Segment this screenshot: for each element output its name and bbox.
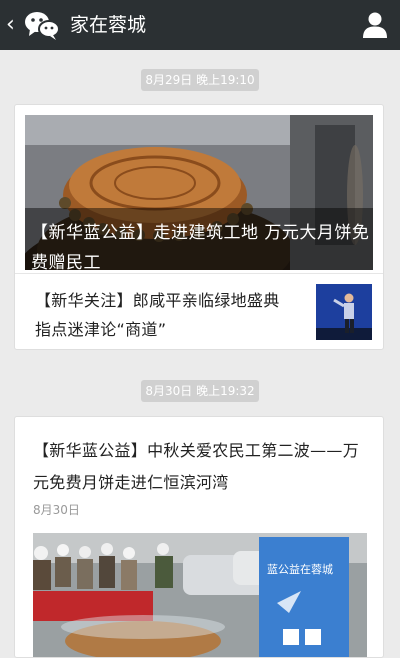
sub-article-item[interactable]: 【新华关注】郎咸平亲临绿地盛典 指点迷津论“商道”	[15, 273, 383, 349]
message-time: 8月29日 晚上19:10	[141, 69, 259, 91]
banner-text: 蓝公益在蓉城	[267, 562, 333, 576]
speaker-photo	[316, 284, 372, 340]
article-card[interactable]: 【新华蓝公益】走进建筑工地 万元大月饼免费赠民工 【新华关注】郎咸平亲临绿地盛典…	[14, 104, 384, 350]
cover-caption-overlay: 【新华蓝公益】走进建筑工地 万元大月饼免费赠民工	[25, 208, 373, 270]
article-cover-image[interactable]: 【新华蓝公益】走进建筑工地 万元大月饼免费赠民工	[25, 115, 373, 270]
article-card[interactable]: 【新华蓝公益】中秋关爱农民工第二波——万元免费月饼走进仁恒滨河湾 8月30日 蓝…	[14, 416, 384, 658]
top-bar: ‹ 家在蓉城	[0, 0, 400, 50]
back-icon[interactable]: ‹	[6, 12, 20, 38]
sub-article-title[interactable]: 【新华关注】郎咸平亲临绿地盛典 指点迷津论“商道”	[35, 286, 297, 344]
main-article-title[interactable]: 【新华蓝公益】走进建筑工地 万元大月饼免费赠民工	[31, 218, 371, 270]
article-title[interactable]: 【新华蓝公益】中秋关爱农民工第二波——万元免费月饼走进仁恒滨河湾	[33, 435, 363, 499]
wechat-logo-icon	[25, 12, 60, 40]
article-cover-image[interactable]: 蓝公益在蓉城	[33, 533, 367, 657]
sub-article-thumbnail[interactable]	[316, 284, 372, 340]
message-time: 8月30日 晚上19:32	[141, 380, 259, 402]
workers-photo: 蓝公益在蓉城	[33, 533, 367, 657]
page-title: 家在蓉城	[70, 14, 147, 36]
article-date: 8月30日	[33, 503, 80, 517]
person-icon[interactable]	[362, 11, 388, 39]
